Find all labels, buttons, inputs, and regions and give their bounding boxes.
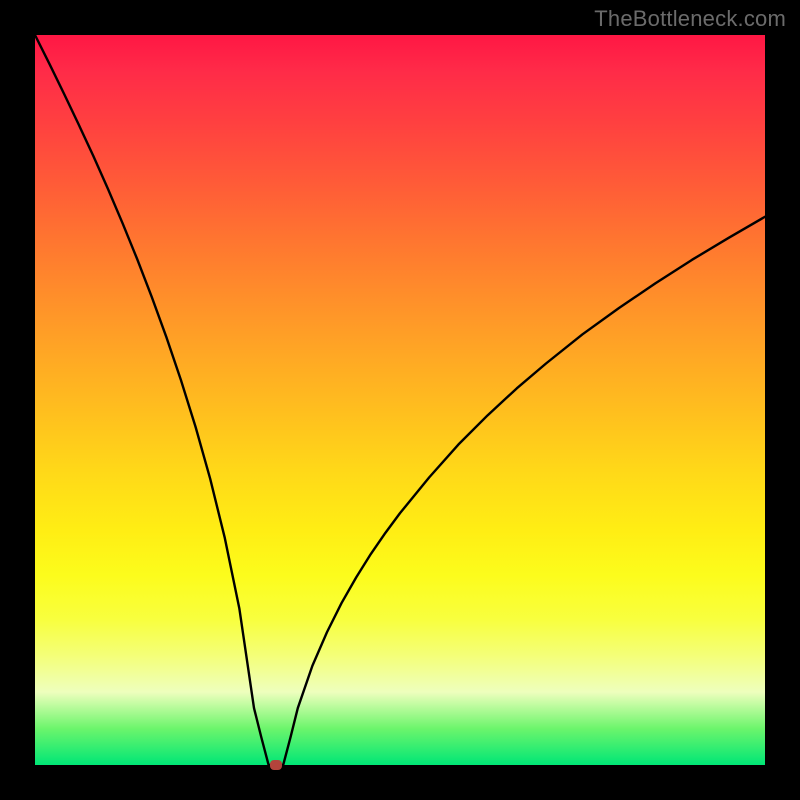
optimum-marker [270,760,282,770]
chart-frame: TheBottleneck.com [0,0,800,800]
bottleneck-curve [35,35,765,765]
watermark-label: TheBottleneck.com [594,6,786,32]
